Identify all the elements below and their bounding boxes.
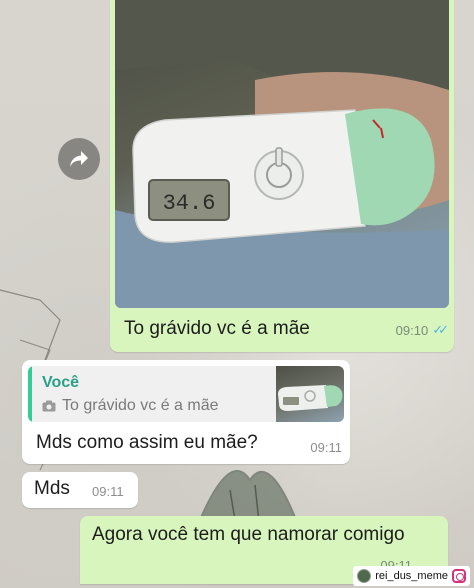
quoted-message[interactable]: Você To grávido vc é a mãe <box>28 366 344 422</box>
message-time: 09:10 <box>395 322 429 338</box>
quoted-author: Você <box>42 374 80 391</box>
outgoing-image-message[interactable]: 34.6 To grávido vc é a mãe 09:10 ✓✓ <box>110 0 454 352</box>
incoming-reply-message[interactable]: Você To grávido vc é a mãe Mds como assi… <box>22 360 350 464</box>
reply-text: Mds como assim eu mãe? <box>36 432 258 453</box>
message-text: Agora você tem que namorar comigo <box>92 524 405 545</box>
forward-button[interactable] <box>58 138 100 180</box>
double-check-icon: ✓✓ <box>432 322 449 337</box>
avatar <box>357 569 372 583</box>
camera-icon <box>42 400 56 412</box>
quote-accent-bar <box>28 366 32 422</box>
thermometer-photo[interactable]: 34.6 <box>115 0 449 308</box>
message-time: 09:11 <box>310 440 342 455</box>
message-meta: 09:10 ✓✓ <box>395 322 449 338</box>
instagram-icon <box>452 569 466 583</box>
thermometer-image: 34.6 <box>115 0 449 308</box>
watermark-handle: rei_dus_meme <box>375 570 448 582</box>
quoted-text: To grávido vc é a mãe <box>62 397 219 414</box>
quoted-text-row: To grávido vc é a mãe <box>42 397 219 415</box>
forward-icon <box>70 151 88 167</box>
thermometer-reading: 34.6 <box>163 191 216 216</box>
image-caption: To grávido vc é a mãe <box>124 318 310 339</box>
message-text: Mds <box>34 478 70 499</box>
watermark: rei_dus_meme <box>353 566 470 586</box>
incoming-text-message[interactable]: Mds 09:11 <box>22 472 138 508</box>
quoted-image-thumbnail <box>276 366 344 422</box>
message-time: 09:11 <box>92 484 124 499</box>
